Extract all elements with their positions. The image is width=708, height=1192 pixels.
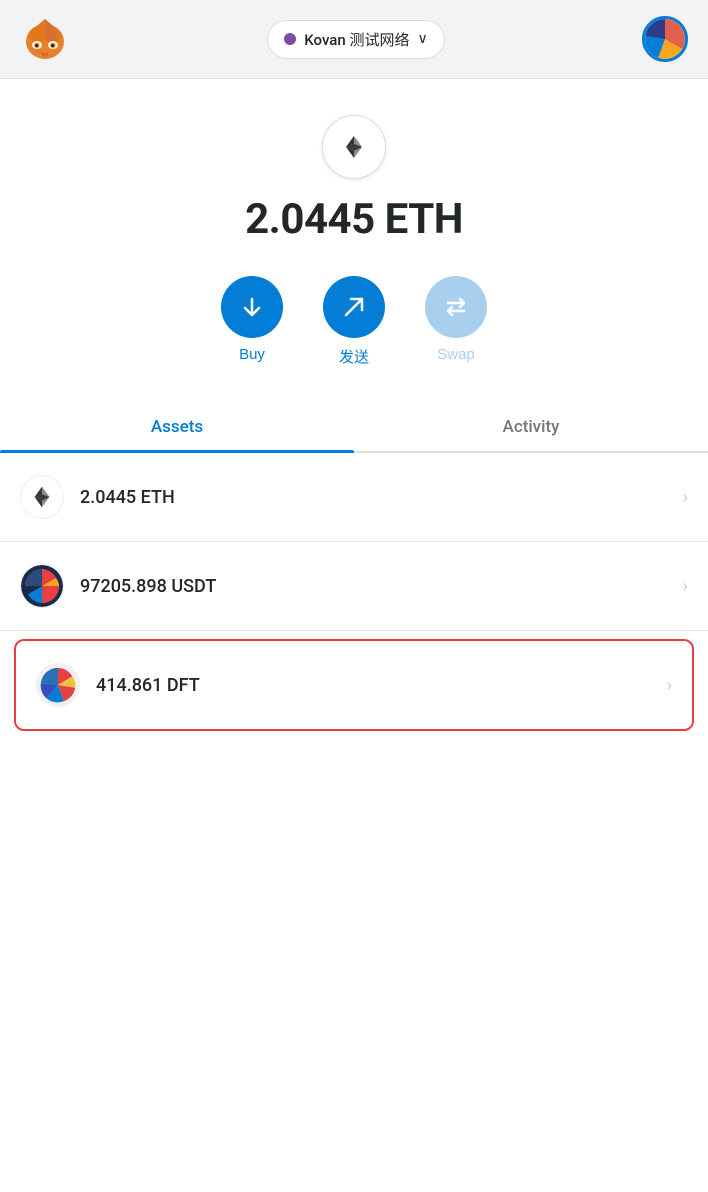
- buy-icon-circle: [221, 276, 283, 338]
- tab-assets[interactable]: Assets: [0, 403, 354, 451]
- avatar[interactable]: [642, 16, 688, 62]
- buy-button[interactable]: Buy: [221, 276, 283, 363]
- eth-token-icon: [20, 475, 64, 519]
- buy-label: Buy: [239, 346, 265, 363]
- dft-amount: 414.861 DFT: [96, 675, 667, 696]
- header: Kovan 测试网络 ∨: [0, 0, 708, 79]
- eth-chevron-icon: ›: [683, 487, 688, 508]
- dft-chevron-icon: ›: [667, 675, 672, 696]
- send-button[interactable]: 发送: [323, 276, 385, 367]
- eth-amount: 2.0445 ETH: [80, 487, 683, 508]
- send-label: 发送: [339, 346, 369, 367]
- main-content: 2.0445 ETH Buy 发送: [0, 79, 708, 1192]
- usdt-amount: 97205.898 USDT: [80, 576, 683, 597]
- network-selector[interactable]: Kovan 测试网络 ∨: [267, 20, 444, 59]
- wallet-balance: 2.0445 ETH: [245, 195, 463, 244]
- network-name: Kovan 测试网络: [304, 29, 409, 50]
- asset-item-eth[interactable]: 2.0445 ETH ›: [0, 453, 708, 542]
- asset-item-usdt[interactable]: 97205.898 USDT ›: [0, 542, 708, 631]
- swap-button[interactable]: Swap: [425, 276, 487, 363]
- action-buttons: Buy 发送 Swap: [221, 276, 487, 367]
- usdt-token-icon: [20, 564, 64, 608]
- asset-list: 2.0445 ETH › 97205.898 USDT ›: [0, 453, 708, 739]
- usdt-chevron-icon: ›: [683, 576, 688, 597]
- swap-icon-circle: [425, 276, 487, 338]
- asset-item-dft[interactable]: 414.861 DFT ›: [14, 639, 694, 731]
- metamask-logo: [20, 14, 70, 64]
- network-dot: [284, 33, 296, 45]
- dft-token-icon: [36, 663, 80, 707]
- eth-logo-icon: [322, 115, 386, 179]
- swap-label: Swap: [437, 346, 475, 363]
- tabs-container: Assets Activity: [0, 403, 708, 453]
- chevron-down-icon: ∨: [417, 31, 427, 47]
- send-icon-circle: [323, 276, 385, 338]
- tab-activity[interactable]: Activity: [354, 403, 708, 451]
- avatar-inner: [645, 19, 685, 59]
